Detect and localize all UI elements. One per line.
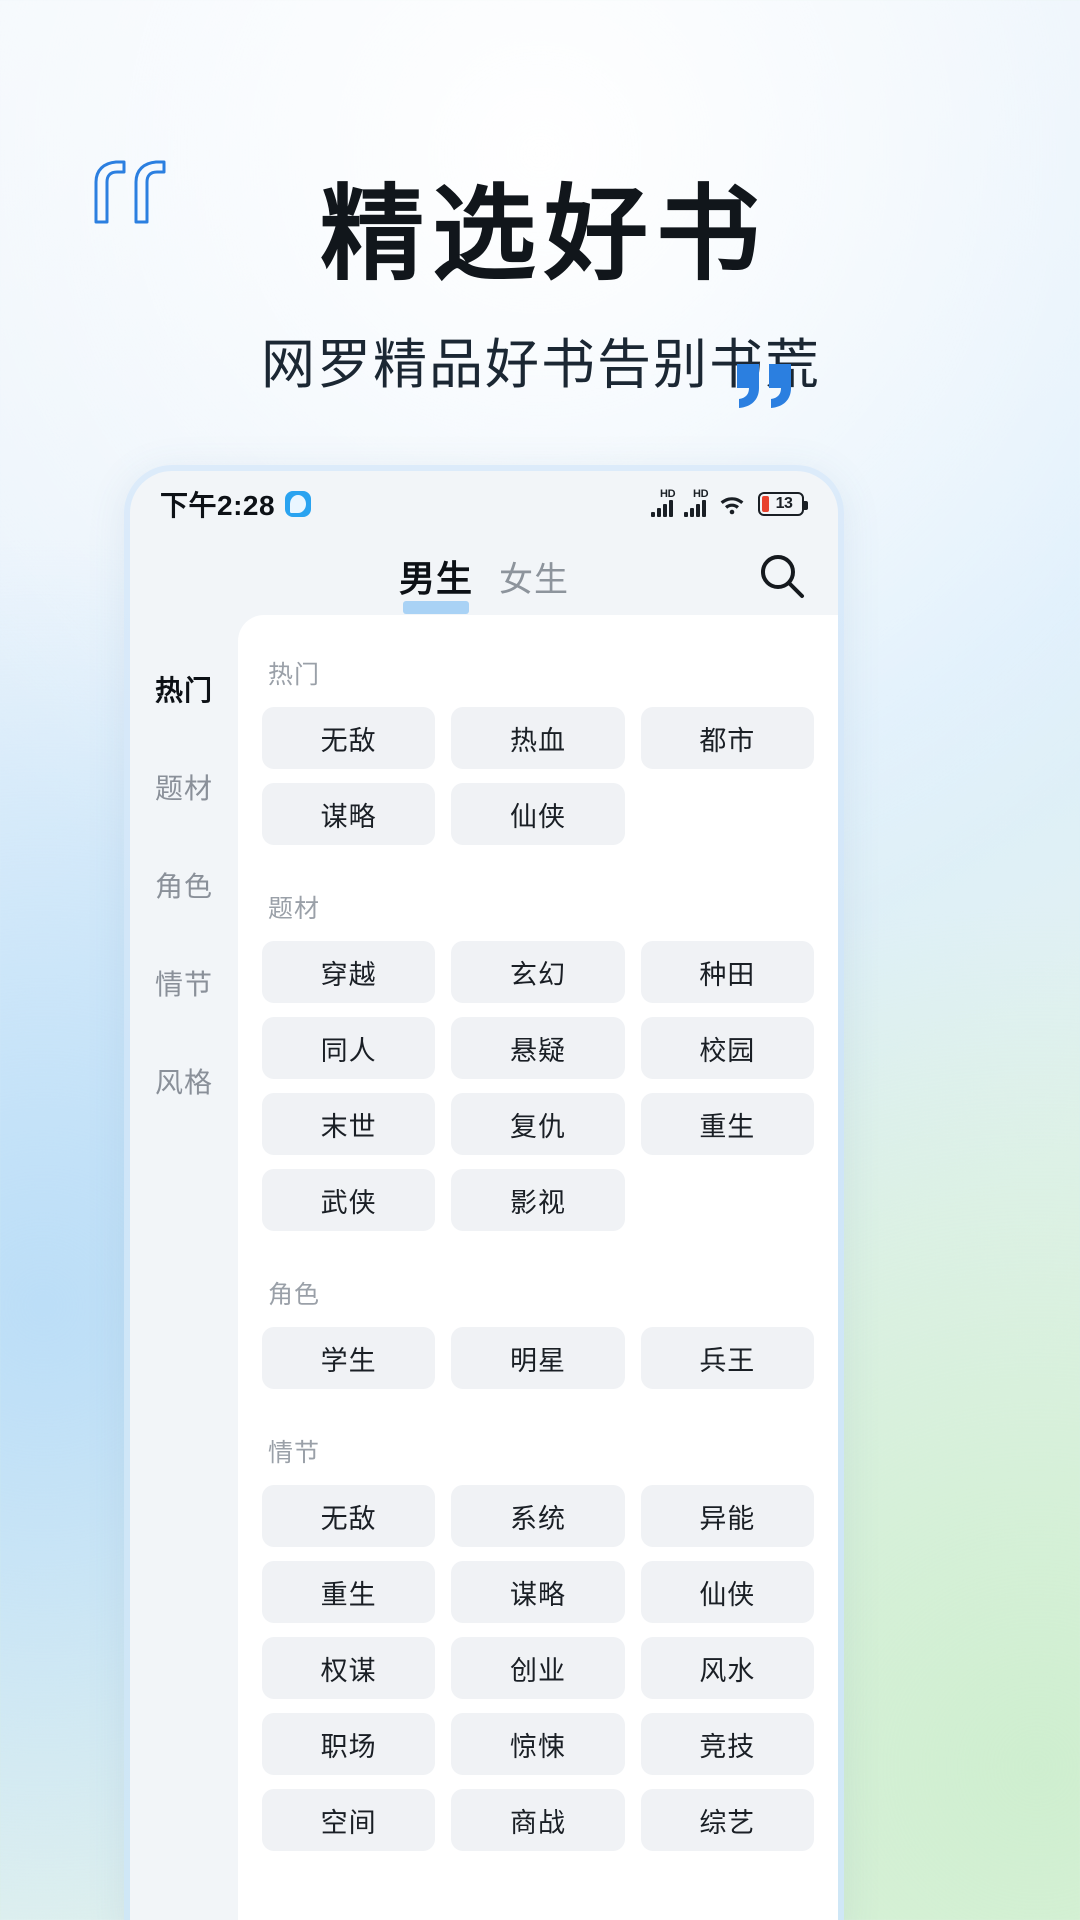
hero-banner: 精选好书 网罗精品好书告别书荒	[0, 0, 1080, 470]
chip-placeholder	[641, 783, 814, 845]
tag-chip[interactable]: 异能	[640, 1485, 814, 1547]
tag-chip[interactable]: 惊悚	[451, 1713, 625, 1775]
tag-chip[interactable]: 无敌	[262, 707, 436, 769]
tag-panel: 热门 无敌 热血 都市 谋略 仙侠 题材 穿越 玄幻 种田 同人 悬疑 校园 末…	[238, 615, 838, 1920]
phone-screen: 下午2:28 HD HD 13 男生 女生 热门 题材 角色 情节 风格 热门 …	[130, 471, 838, 1920]
status-bar: 下午2:28 HD HD 13	[130, 471, 838, 537]
tag-chip[interactable]: 玄幻	[451, 941, 625, 1003]
search-icon[interactable]	[756, 550, 808, 602]
group-title: 题材	[268, 895, 321, 923]
status-bar-left: 下午2:28	[160, 484, 312, 524]
signal-hd-label-1: HD	[660, 488, 676, 500]
top-bar: 男生 女生	[130, 537, 838, 615]
tag-chip[interactable]: 同人	[262, 1017, 436, 1079]
status-bar-right: HD HD 13	[651, 488, 808, 517]
tag-group-role: 角色 学生 明星 兵王	[238, 1275, 838, 1389]
chip-grid: 穿越 玄幻 种田 同人 悬疑 校园 末世 复仇 重生 武侠 影视	[262, 941, 814, 1231]
gender-tabs: 男生 女生	[398, 550, 569, 614]
group-title: 热门	[268, 661, 321, 689]
signal-hd-label-2: HD	[693, 488, 709, 500]
tag-chip[interactable]: 仙侠	[451, 783, 625, 845]
tag-chip[interactable]: 影视	[451, 1169, 625, 1231]
battery-level: 13	[775, 495, 793, 512]
tag-group-hot: 热门 无敌 热血 都市 谋略 仙侠	[238, 655, 838, 845]
chip-grid: 无敌 系统 异能 重生 谋略 仙侠 权谋 创业 风水 职场 惊悚 竞技 空间 商…	[262, 1485, 814, 1851]
tag-chip[interactable]: 复仇	[451, 1093, 625, 1155]
sidebar-item-plot[interactable]: 情节	[130, 943, 238, 1022]
tag-chip[interactable]: 都市	[640, 707, 814, 769]
wifi-icon	[717, 492, 747, 516]
tag-chip[interactable]: 校园	[640, 1017, 814, 1079]
category-sidebar: 热门 题材 角色 情节 风格	[130, 615, 238, 1920]
tab-female[interactable]: 女生	[499, 552, 569, 601]
sidebar-item-style[interactable]: 风格	[130, 1041, 238, 1120]
signal-icon-2: HD	[684, 488, 709, 517]
chip-grid: 学生 明星 兵王	[262, 1327, 814, 1389]
app-badge-icon	[285, 491, 312, 517]
tag-chip[interactable]: 竞技	[640, 1713, 814, 1775]
tag-group-theme: 题材 穿越 玄幻 种田 同人 悬疑 校园 末世 复仇 重生 武侠 影视	[238, 889, 838, 1231]
tag-chip[interactable]: 武侠	[262, 1169, 436, 1231]
status-time: 下午2:28	[160, 490, 276, 521]
tag-chip[interactable]: 末世	[262, 1093, 436, 1155]
tag-chip[interactable]: 无敌	[262, 1485, 436, 1547]
signal-bars-2	[684, 499, 706, 517]
sidebar-item-theme[interactable]: 题材	[130, 747, 238, 826]
tag-chip[interactable]: 悬疑	[451, 1017, 625, 1079]
tag-group-plot: 情节 无敌 系统 异能 重生 谋略 仙侠 权谋 创业 风水 职场 惊悚 竞技 空…	[238, 1433, 838, 1851]
category-browser: 热门 题材 角色 情节 风格 热门 无敌 热血 都市 谋略 仙侠 题材 穿越 玄…	[130, 615, 838, 1920]
tag-chip[interactable]: 综艺	[640, 1789, 814, 1851]
tab-active-underline	[402, 601, 469, 614]
tag-chip[interactable]: 学生	[262, 1327, 436, 1389]
phone-mockup: 下午2:28 HD HD 13 男生 女生 热门 题材 角色 情节 风格 热门 …	[124, 465, 844, 1920]
tag-chip[interactable]: 重生	[262, 1561, 436, 1623]
tag-chip[interactable]: 谋略	[262, 783, 436, 845]
tag-chip[interactable]: 系统	[451, 1485, 625, 1547]
tag-chip[interactable]: 重生	[640, 1093, 814, 1155]
page-subtitle: 网罗精品好书告别书荒	[261, 335, 821, 395]
chip-placeholder	[641, 1169, 814, 1231]
tag-chip[interactable]: 谋略	[451, 1561, 625, 1623]
tag-chip[interactable]: 仙侠	[640, 1561, 814, 1623]
tag-chip[interactable]: 种田	[640, 941, 814, 1003]
tag-chip[interactable]: 穿越	[262, 941, 436, 1003]
tab-male[interactable]: 男生	[398, 550, 473, 614]
tag-chip[interactable]: 职场	[262, 1713, 436, 1775]
tab-male-label: 男生	[398, 558, 473, 599]
tag-chip[interactable]: 商战	[451, 1789, 625, 1851]
signal-icon-1: HD	[651, 488, 676, 517]
group-title: 角色	[268, 1281, 321, 1309]
sidebar-item-role[interactable]: 角色	[130, 845, 238, 924]
page-title: 精选好书	[319, 178, 768, 293]
tag-chip[interactable]: 空间	[262, 1789, 436, 1851]
group-title: 情节	[268, 1439, 321, 1467]
tag-chip[interactable]: 风水	[640, 1637, 814, 1699]
quote-close-icon	[735, 362, 797, 410]
battery-icon: 13	[758, 492, 808, 516]
tag-chip[interactable]: 明星	[451, 1327, 625, 1389]
sidebar-item-hot[interactable]: 热门	[130, 649, 238, 728]
signal-bars-1	[651, 499, 673, 517]
tag-chip[interactable]: 创业	[451, 1637, 625, 1699]
chip-grid: 无敌 热血 都市 谋略 仙侠	[262, 707, 814, 845]
tag-chip[interactable]: 权谋	[262, 1637, 436, 1699]
tag-chip[interactable]: 兵王	[640, 1327, 814, 1389]
tag-chip[interactable]: 热血	[451, 707, 625, 769]
